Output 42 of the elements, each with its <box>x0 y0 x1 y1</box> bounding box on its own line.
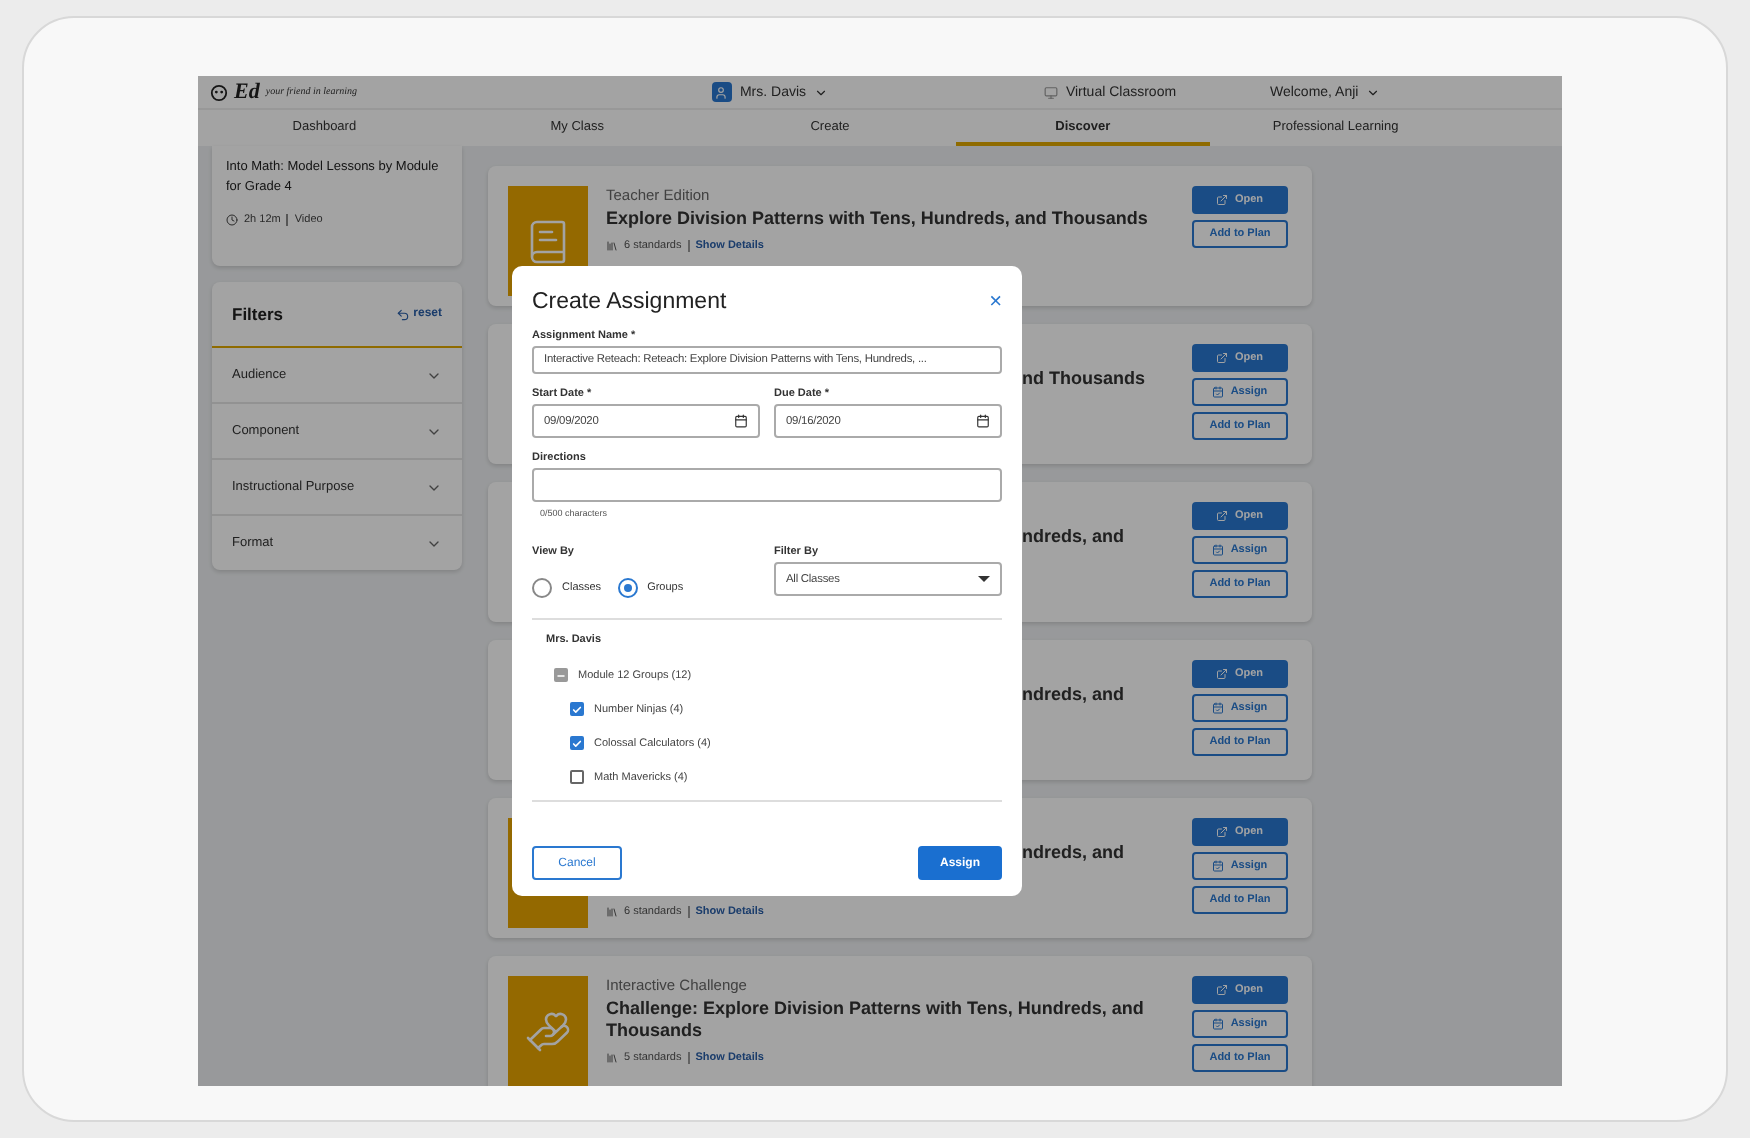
resource-title[interactable]: ndreds, and <box>1022 526 1174 548</box>
reset-icon <box>395 307 410 321</box>
external-link-icon <box>1216 194 1229 206</box>
calendar-icon <box>1212 860 1225 872</box>
calendar-icon <box>1212 386 1225 398</box>
resource-title[interactable]: Explore Division Patterns with Tens, Hundreds, and Thousands <box>606 208 1174 230</box>
check-icon <box>572 703 582 715</box>
chevron-icon <box>1366 85 1381 99</box>
monitor-icon <box>1043 85 1058 99</box>
avatar-icon <box>711 82 732 102</box>
logo-text: Ed <box>234 80 260 104</box>
resource-title[interactable]: ndreds, and <box>1022 684 1174 706</box>
standards-icon <box>606 240 618 252</box>
clock-icon <box>226 214 238 226</box>
chevron-icon <box>814 85 829 99</box>
calendar-icon <box>734 414 748 428</box>
checkbox[interactable] <box>570 702 584 716</box>
external-link-icon <box>1216 826 1229 838</box>
external-link-icon <box>1216 352 1229 364</box>
minus-icon <box>556 669 566 681</box>
dialog-title: Create Assignment <box>532 290 727 314</box>
resource-title[interactable]: nd Thousands <box>1022 368 1174 390</box>
standards-icon <box>606 906 618 918</box>
calendar-icon <box>1212 1018 1225 1030</box>
check-icon <box>572 737 582 749</box>
directions-field[interactable] <box>532 468 1002 502</box>
external-link-icon <box>1216 984 1229 996</box>
resource-title[interactable]: Challenge: Explore Division Patterns with Tens, Hundreds, and Thousands <box>606 998 1174 1042</box>
calendar-icon <box>1212 702 1225 714</box>
standards-icon <box>606 1052 618 1064</box>
resource-title[interactable]: ndreds, and <box>1022 842 1174 864</box>
external-link-icon <box>1216 510 1229 522</box>
checkbox[interactable] <box>554 668 568 682</box>
logo-icon <box>210 83 228 101</box>
calendar-icon <box>1212 544 1225 556</box>
hand-book-icon <box>524 1007 572 1055</box>
filters-title: Filters <box>232 304 284 324</box>
checkbox[interactable] <box>570 736 584 750</box>
close-button[interactable]: × <box>989 291 1002 313</box>
external-link-icon <box>1216 668 1229 680</box>
calendar-icon <box>976 414 990 428</box>
checkbox[interactable] <box>570 770 584 784</box>
